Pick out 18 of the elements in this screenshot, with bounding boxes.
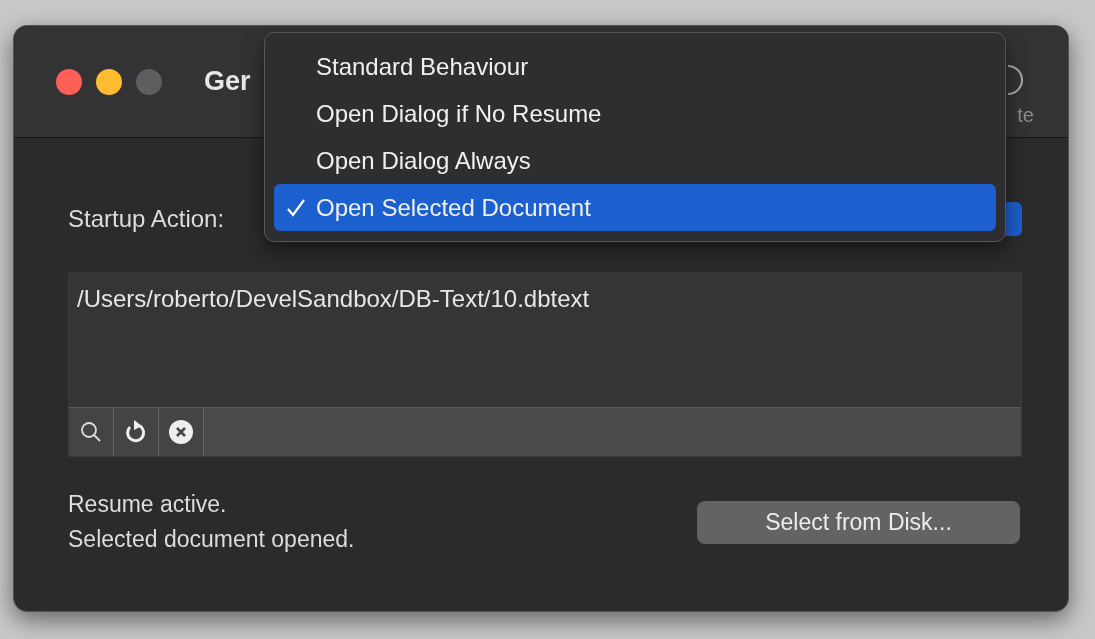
window-title: Ger [204,66,251,97]
minimize-button[interactable] [96,68,122,95]
remove-icon [168,419,194,445]
document-path[interactable]: /Users/roberto/DevelSandbox/DB-Text/10.dbtext [77,285,1013,313]
toolbar-label: te [1017,104,1034,127]
refresh-button[interactable] [114,408,159,456]
menu-item[interactable]: Open Selected Document [274,184,996,231]
startup-action-label: Startup Action: [68,205,225,233]
status-text: Selected document opened. [68,526,355,553]
search-button[interactable] [69,408,114,456]
select-from-disk-button[interactable]: Select from Disk... [697,500,1020,544]
status-text: Resume active. [68,491,228,518]
menu-item[interactable]: Open Dialog if No Resume [274,90,996,137]
menu-item[interactable]: Open Dialog Always [274,137,996,184]
close-button[interactable] [56,68,82,95]
remove-button[interactable] [159,408,204,456]
menu-item[interactable]: Standard Behaviour [274,43,996,90]
search-icon [79,420,103,444]
